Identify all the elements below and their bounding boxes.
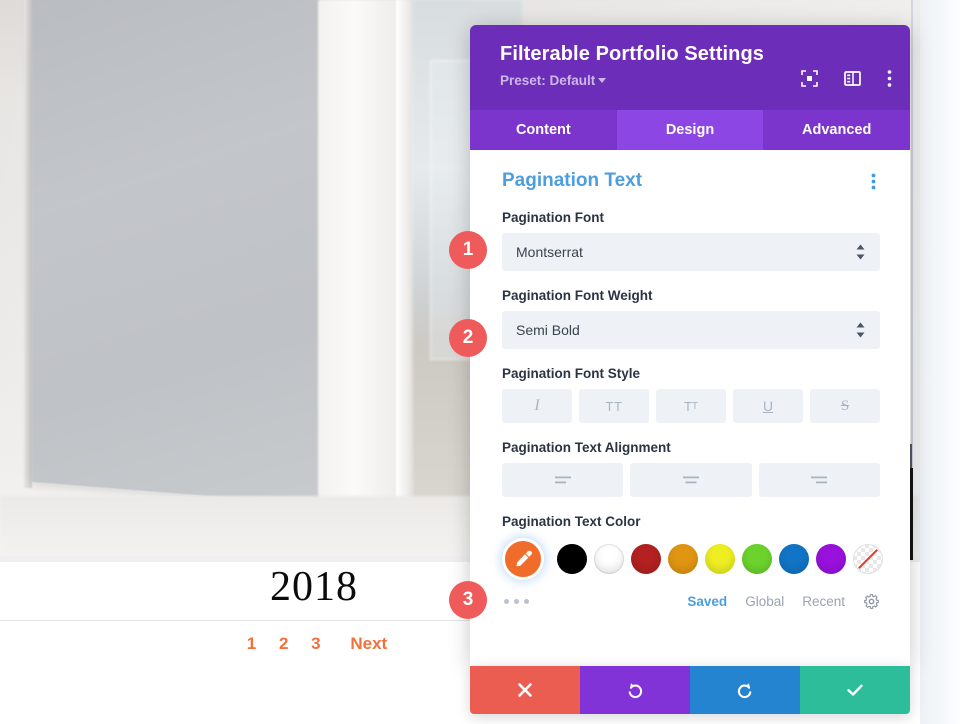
- pagination-font-select[interactable]: Montserrat: [502, 233, 880, 271]
- undo-button[interactable]: [580, 666, 690, 714]
- color-swatch-row: [502, 537, 883, 581]
- canvas-edge: [24, 0, 32, 489]
- save-button[interactable]: [800, 666, 910, 714]
- callout-badge-1: 1: [449, 231, 487, 269]
- panel-body: Pagination Text Pagination Font Montserr…: [470, 150, 910, 612]
- italic-button[interactable]: I: [502, 389, 572, 423]
- font-style-button-row: I TT TT U S: [502, 389, 880, 423]
- strikethrough-button[interactable]: S: [810, 389, 880, 423]
- page-link-2[interactable]: 2: [279, 634, 288, 653]
- cancel-button[interactable]: [470, 666, 580, 714]
- stepper-arrows-icon: [855, 244, 866, 261]
- redo-button[interactable]: [690, 666, 800, 714]
- stepper-arrows-icon: [855, 322, 866, 339]
- palette-tab-global[interactable]: Global: [745, 594, 784, 609]
- align-center-button[interactable]: [630, 463, 752, 497]
- swatch-dark-red[interactable]: [631, 544, 661, 574]
- color-palette-meta: Saved Global Recent: [502, 593, 880, 610]
- alignment-button-row: [502, 463, 880, 497]
- callout-badge-2: 2: [449, 319, 487, 357]
- swatch-purple[interactable]: [816, 544, 846, 574]
- align-right-button[interactable]: [758, 463, 880, 497]
- check-icon: [847, 684, 863, 696]
- pagination-font-weight-label: Pagination Font Weight: [502, 288, 653, 303]
- palette-tab-recent[interactable]: Recent: [802, 594, 845, 609]
- pagination-text-alignment-label: Pagination Text Alignment: [502, 440, 671, 455]
- page-link-next[interactable]: Next: [350, 634, 387, 653]
- panel-header: Filterable Portfolio Settings Preset: De…: [470, 25, 910, 110]
- chevron-down-icon: [598, 78, 607, 83]
- swatch-black[interactable]: [557, 544, 587, 574]
- field-pagination-font-weight: Pagination Font Weight Semi Bold: [502, 288, 880, 349]
- section-title: Pagination Text: [502, 170, 643, 191]
- section-kebab-menu-icon[interactable]: [867, 171, 880, 192]
- pagination-font-weight-select[interactable]: Semi Bold: [502, 311, 880, 349]
- pagination-font-style-label: Pagination Font Style: [502, 366, 641, 381]
- preset-label: Preset: Default: [500, 73, 596, 88]
- small-caps-glyph: T: [683, 398, 692, 414]
- swatch-white[interactable]: [594, 544, 624, 574]
- gallery-canvas: [32, 0, 321, 505]
- swatch-yellow[interactable]: [705, 544, 735, 574]
- field-pagination-font: Pagination Font Montserrat: [502, 210, 880, 271]
- callout-badge-3: 3: [449, 581, 487, 619]
- pagination-font-weight-value: Semi Bold: [516, 322, 580, 338]
- field-pagination-text-alignment: Pagination Text Alignment: [502, 440, 880, 497]
- eyedropper-icon: [516, 550, 532, 567]
- page-link-1[interactable]: 1: [247, 634, 256, 653]
- browser-right-gutter: [920, 0, 960, 724]
- panel-title: Filterable Portfolio Settings: [500, 43, 765, 65]
- section-header: Pagination Text: [502, 170, 880, 192]
- swatch-orange[interactable]: [668, 544, 698, 574]
- tab-advanced[interactable]: Advanced: [763, 110, 910, 150]
- module-settings-panel: Filterable Portfolio Settings Preset: De…: [470, 25, 910, 666]
- tab-content[interactable]: Content: [470, 110, 617, 150]
- tab-design[interactable]: Design: [616, 110, 764, 150]
- palette-tab-saved[interactable]: Saved: [687, 594, 727, 609]
- close-icon: [518, 683, 532, 697]
- undo-icon: [628, 683, 643, 699]
- field-pagination-font-style: Pagination Font Style I TT TT U S: [502, 366, 880, 423]
- eyedropper-button[interactable]: [502, 538, 544, 580]
- pagination-font-value: Montserrat: [516, 244, 583, 260]
- field-pagination-text-color: Pagination Text Color Saved Global Recen…: [502, 514, 883, 610]
- panel-action-bar: [470, 666, 910, 714]
- gear-icon[interactable]: [863, 593, 880, 610]
- content-divider: [0, 620, 470, 621]
- small-caps-button[interactable]: TT: [656, 389, 726, 423]
- focus-icon[interactable]: [801, 70, 818, 87]
- swatch-transparent[interactable]: [853, 544, 883, 574]
- pagination-font-label: Pagination Font: [502, 210, 604, 225]
- palette-tabs: Saved Global Recent: [687, 593, 880, 610]
- layout-panel-icon[interactable]: [844, 70, 861, 87]
- redo-icon: [737, 683, 752, 699]
- kebab-menu-icon[interactable]: [887, 69, 892, 88]
- swatch-green[interactable]: [742, 544, 772, 574]
- screenshot-root: 2018 1 2 3 Next Filterable Portfolio Set…: [0, 0, 960, 724]
- panel-header-icons: [801, 69, 892, 88]
- uppercase-button[interactable]: TT: [579, 389, 649, 423]
- more-dots-icon[interactable]: [502, 595, 531, 608]
- page-link-3[interactable]: 3: [311, 634, 320, 653]
- wall-right: [318, 0, 400, 560]
- underline-button[interactable]: U: [733, 389, 803, 423]
- scrollbar-rail-lower: [910, 468, 913, 560]
- panel-tabs: Content Design Advanced: [470, 110, 910, 150]
- pagination-text-color-label: Pagination Text Color: [502, 514, 641, 529]
- door-frame: [396, 0, 412, 560]
- swatch-blue[interactable]: [779, 544, 809, 574]
- align-left-button[interactable]: [502, 463, 624, 497]
